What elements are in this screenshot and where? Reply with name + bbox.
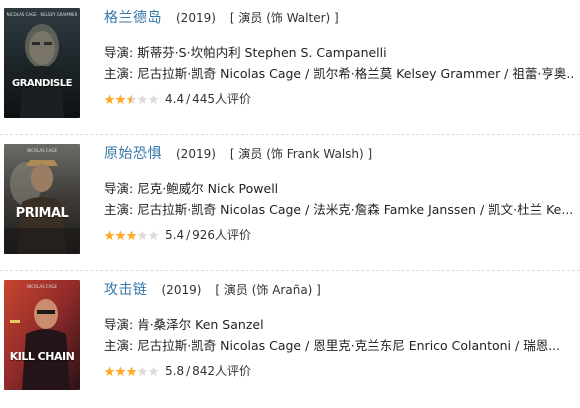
cast-line: 主演: 尼古拉斯·凯奇 Nicolas Cage / 恩里克·克兰东尼 Enri… [104,335,574,356]
star-icon [137,366,148,376]
cast-line: 主演: 尼古拉斯·凯奇 Nicolas Cage / 凯尔希·格兰莫 Kelse… [104,63,574,84]
film-year: (2019) [176,11,216,25]
star-rating [104,93,159,109]
director-name: 肯·桑泽尔 Ken Sanzel [137,317,264,332]
star-icon [126,94,137,104]
star-rating [104,365,159,381]
poster-artwork [4,144,80,254]
cast-names: 尼古拉斯·凯奇 Nicolas Cage / 法米克·詹森 Famke Jans… [137,202,574,217]
cast-label: 主演: [104,66,134,81]
star-icon [104,230,115,240]
cast-line: 主演: 尼古拉斯·凯奇 Nicolas Cage / 法米克·詹森 Famke … [104,199,574,220]
rating-separator: / [186,228,191,242]
film-year: (2019) [161,283,202,297]
rating-separator: / [186,364,191,378]
poster-title: GRANDISLE [12,78,72,89]
star-icon [148,230,159,240]
director-label: 导演: [104,45,134,60]
rating-score: 4.4 [165,92,185,106]
film-info: 攻击链 (2019) [ 演员 (饰 Araña) ] 导演: 肯·桑泽尔 Ken … [104,278,574,379]
film-role: [ 演员 (饰 Frank Walsh) ] [229,147,373,161]
poster-cast-names: NICOLAS CAGE [26,284,58,289]
item-divider [0,270,580,271]
director-name: 尼克·鲍威尔 Nick Powell [137,181,279,196]
poster-title: PRIMAL [15,206,69,221]
film-list: NICOLAS CAGE · KELSEY GRAMMER GRANDISLE … [0,0,580,405]
film-item: NICOLAS CAGE KILL CHAIN 攻击链 (2019) [ 演员 (饰… [0,272,580,408]
film-year: (2019) [176,147,216,161]
director-line: 导演: 斯蒂芬·S·坎帕内利 Stephen S. Campanelli [104,42,574,63]
poster-cast-names: NICOLAS CAGE · KELSEY GRAMMER [6,12,78,17]
cast-label: 主演: [104,338,134,353]
film-info: 原始恐惧 (2019) [ 演员 (饰 Frank Walsh) ] 导演: 尼克·… [104,142,574,243]
rating-votes: 842人评价 [192,364,252,378]
director-line: 导演: 肯·桑泽尔 Ken Sanzel [104,314,574,335]
film-title-link[interactable]: 原始恐惧 [104,146,162,162]
rating-score: 5.4 [165,228,185,242]
rating-line: 5.4/926人评价 [104,227,574,243]
star-icon [115,230,126,240]
title-line: 原始恐惧 (2019) [ 演员 (饰 Frank Walsh) ] [104,142,574,168]
poster-image[interactable]: NICOLAS CAGE · KELSEY GRAMMER GRANDISLE [4,8,80,118]
film-role: [ 演员 (饰 Araña) ] [215,283,321,297]
poster-title: KILL CHAIN [9,350,75,363]
star-icon [104,94,115,104]
star-icon [115,94,126,104]
item-divider [0,134,580,135]
film-item: NICOLAS CAGE PRIMAL 原始恐惧 (2019) [ 演员 (饰 Fr… [0,136,580,272]
poster-artwork [4,280,80,390]
director-label: 导演: [104,317,134,332]
poster-cast-names: NICOLAS CAGE [26,148,58,153]
rating-separator: / [186,92,191,106]
poster-artwork [4,8,80,118]
poster-image[interactable]: NICOLAS CAGE PRIMAL [4,144,80,254]
title-line: 攻击链 (2019) [ 演员 (饰 Araña) ] [104,278,574,304]
star-icon [126,230,137,240]
title-line: 格兰德岛 (2019) [ 演员 (饰 Walter) ] [104,6,574,32]
poster-image[interactable]: NICOLAS CAGE KILL CHAIN [4,280,80,390]
film-title-link[interactable]: 攻击链 [104,282,148,298]
film-info: 格兰德岛 (2019) [ 演员 (饰 Walter) ] 导演: 斯蒂芬·S·坎帕… [104,6,574,107]
film-title-link[interactable]: 格兰德岛 [104,10,162,26]
cast-names: 尼古拉斯·凯奇 Nicolas Cage / 恩里克·克兰东尼 Enrico C… [137,338,561,353]
star-icon [137,94,148,104]
rating-line: 4.4/445人评价 [104,91,574,107]
rating-votes: 445人评价 [192,92,252,106]
star-icon [148,94,159,104]
star-icon [104,366,115,376]
star-icon [115,366,126,376]
star-icon [126,366,137,376]
star-icon [137,230,148,240]
director-name: 斯蒂芬·S·坎帕内利 Stephen S. Campanelli [137,45,387,60]
rating-line: 5.8/842人评价 [104,363,574,379]
rating-votes: 926人评价 [192,228,252,242]
star-icon [148,366,159,376]
film-item: NICOLAS CAGE · KELSEY GRAMMER GRANDISLE … [0,0,580,136]
director-line: 导演: 尼克·鲍威尔 Nick Powell [104,178,574,199]
cast-label: 主演: [104,202,134,217]
rating-score: 5.8 [165,364,185,378]
film-role: [ 演员 (饰 Walter) ] [229,11,339,25]
star-rating [104,229,159,245]
director-label: 导演: [104,181,134,196]
cast-names: 尼古拉斯·凯奇 Nicolas Cage / 凯尔希·格兰莫 Kelsey Gr… [137,66,574,81]
